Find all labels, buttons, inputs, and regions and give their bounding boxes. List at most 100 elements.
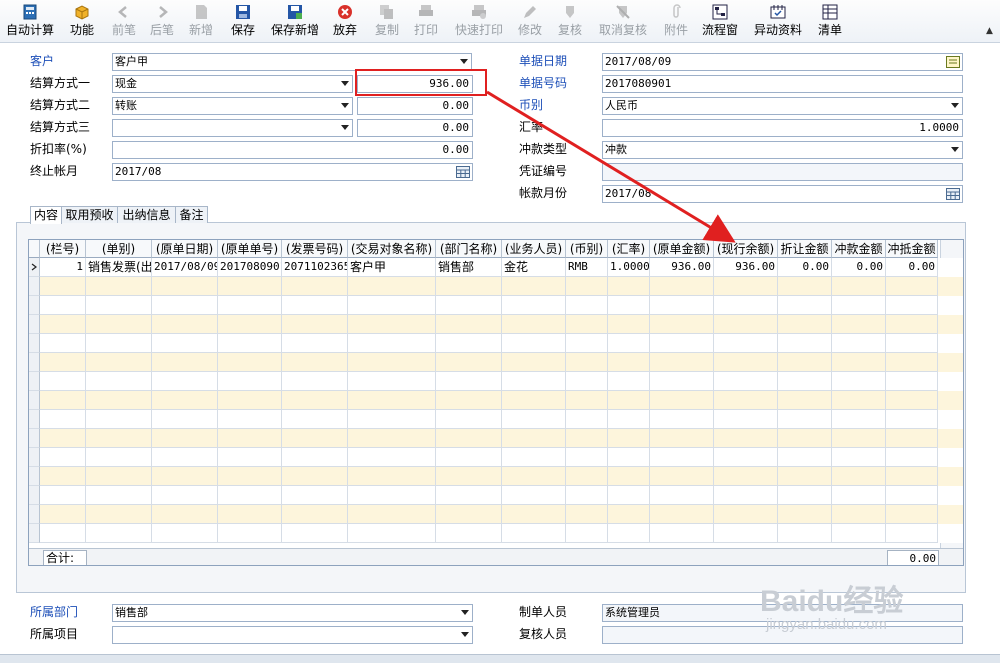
grid-cell[interactable] [566, 296, 608, 315]
grid-cell[interactable] [650, 334, 714, 353]
grid-cell[interactable] [86, 334, 152, 353]
settle3-select[interactable] [112, 119, 353, 137]
grid-cell[interactable] [608, 353, 650, 372]
grid-cell[interactable] [86, 467, 152, 486]
grid-cell[interactable] [502, 315, 566, 334]
grid-cell[interactable] [502, 467, 566, 486]
grid-column-header[interactable]: (交易对象名称) [348, 240, 436, 258]
grid-cell[interactable] [436, 334, 502, 353]
grid-cell[interactable] [218, 391, 282, 410]
grid-cell[interactable] [436, 391, 502, 410]
row-indicator[interactable] [29, 486, 40, 505]
row-indicator[interactable] [29, 524, 40, 543]
toolbar-button-new-doc[interactable]: 新增 [189, 2, 213, 40]
grid-cell[interactable] [436, 429, 502, 448]
grid-column-header[interactable]: (原单日期) [152, 240, 218, 258]
grid-cell[interactable] [282, 467, 348, 486]
grid-cell[interactable] [886, 315, 938, 334]
grid-cell[interactable] [608, 372, 650, 391]
grid-cell[interactable] [152, 505, 218, 524]
grid-cell[interactable] [282, 391, 348, 410]
grid-cell[interactable] [502, 448, 566, 467]
table-row[interactable] [29, 467, 963, 486]
grid-cell[interactable] [608, 467, 650, 486]
grid-cell[interactable] [714, 524, 778, 543]
calendar-icon[interactable] [946, 188, 960, 200]
table-row[interactable] [29, 410, 963, 429]
table-row[interactable]: 1 销售发票(出 2017/08/09 2017080901 2071102365 客户甲… [29, 258, 963, 277]
grid-cell[interactable] [832, 296, 886, 315]
grid-cell[interactable] [152, 410, 218, 429]
grid-cell[interactable]: 客户甲 [348, 258, 436, 277]
grid-cell[interactable] [152, 524, 218, 543]
grid-cell[interactable] [40, 486, 86, 505]
grid-cell[interactable]: RMB [566, 258, 608, 277]
grid-cell[interactable]: 936.00 [714, 258, 778, 277]
table-row[interactable] [29, 353, 963, 372]
grid-cell[interactable]: 1.0000 [608, 258, 650, 277]
row-indicator[interactable] [29, 448, 40, 467]
grid-cell[interactable]: 销售部 [436, 258, 502, 277]
grid-cell[interactable] [650, 486, 714, 505]
grid-cell[interactable] [282, 429, 348, 448]
grid-cell[interactable] [608, 391, 650, 410]
grid-cell[interactable] [608, 429, 650, 448]
grid-cell[interactable] [832, 505, 886, 524]
grid-cell[interactable] [566, 429, 608, 448]
grid-cell[interactable] [714, 410, 778, 429]
grid-cell[interactable] [778, 353, 832, 372]
grid-cell[interactable] [608, 524, 650, 543]
row-indicator[interactable] [29, 277, 40, 296]
grid-cell[interactable] [218, 372, 282, 391]
grid-cell[interactable] [650, 277, 714, 296]
toolbar-button-flow[interactable]: 流程窗 [702, 2, 738, 40]
toolbar-button-arrow-right[interactable]: 后笔 [150, 2, 174, 40]
grid-cell[interactable] [348, 524, 436, 543]
grid-cell[interactable] [778, 277, 832, 296]
grid-cell[interactable] [886, 448, 938, 467]
grid-cell[interactable] [86, 505, 152, 524]
grid-cell[interactable]: 936.00 [650, 258, 714, 277]
toolbar-button-box[interactable]: 功能 [70, 2, 94, 40]
grid-cell[interactable] [218, 296, 282, 315]
grid-cell[interactable]: 销售发票(出 [86, 258, 152, 277]
grid-cell[interactable] [348, 277, 436, 296]
grid-cell[interactable] [40, 277, 86, 296]
grid-cell[interactable] [348, 391, 436, 410]
grid-cell[interactable] [566, 277, 608, 296]
grid-cell[interactable] [436, 448, 502, 467]
grid-cell[interactable] [282, 372, 348, 391]
grid-cell[interactable] [566, 486, 608, 505]
grid-cell[interactable] [832, 524, 886, 543]
grid-cell[interactable] [348, 467, 436, 486]
grid-cell[interactable] [348, 372, 436, 391]
toolbar-button-print[interactable]: 打印 [414, 2, 438, 40]
grid-column-header[interactable]: (栏号) [40, 240, 86, 258]
grid-cell[interactable] [348, 315, 436, 334]
grid-cell[interactable] [152, 448, 218, 467]
grid-cell[interactable] [218, 429, 282, 448]
grid-cell[interactable] [778, 315, 832, 334]
grid-cell[interactable] [218, 353, 282, 372]
tab-remarks[interactable]: 备注 [175, 206, 208, 223]
grid-cell[interactable] [40, 410, 86, 429]
grid-cell[interactable] [218, 410, 282, 429]
grid-cell[interactable] [886, 391, 938, 410]
grid-cell[interactable] [650, 410, 714, 429]
grid-cell[interactable] [886, 486, 938, 505]
grid-cell[interactable] [832, 372, 886, 391]
grid-cell[interactable] [886, 429, 938, 448]
table-row[interactable] [29, 486, 963, 505]
grid-cell[interactable]: 0.00 [778, 258, 832, 277]
grid-cell[interactable] [714, 505, 778, 524]
settle3-amount[interactable]: 0.00 [357, 119, 473, 137]
grid-cell[interactable] [778, 467, 832, 486]
grid-cell[interactable] [714, 486, 778, 505]
grid-cell[interactable] [218, 505, 282, 524]
rate-input[interactable]: 1.0000 [602, 119, 963, 137]
grid-cell[interactable] [650, 524, 714, 543]
grid-cell[interactable] [348, 334, 436, 353]
grid-cell[interactable] [650, 467, 714, 486]
grid-cell[interactable] [436, 467, 502, 486]
grid-cell[interactable] [608, 277, 650, 296]
